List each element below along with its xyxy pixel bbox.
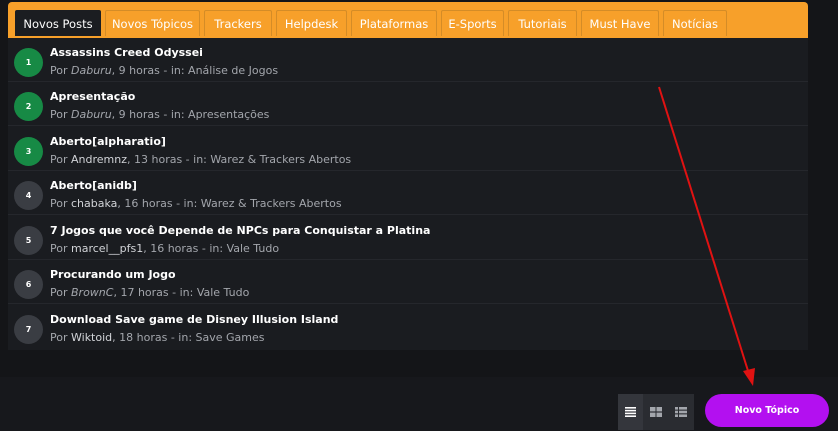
meta-time: , 9 horas - in: Análise de Jogos bbox=[111, 64, 279, 77]
posts-list: 1 Assassins Creed Odyssei Por Daburu, 9 … bbox=[8, 38, 808, 350]
post-title[interactable]: Apresentação bbox=[50, 90, 135, 103]
meta-by: Por bbox=[50, 153, 68, 166]
post-meta: Por marcel__pfs1, 16 horas - in: Vale Tu… bbox=[50, 242, 279, 255]
list-item[interactable]: 2 Apresentação Por Daburu, 9 horas - in:… bbox=[8, 82, 808, 126]
tab-bar: Novos Posts Novos Tópicos Trackers Helpd… bbox=[8, 2, 808, 38]
list-item[interactable]: 6 Procurando um Jogo Por BrownC, 17 hora… bbox=[8, 260, 808, 304]
list-item[interactable]: 5 7 Jogos que você Depende de NPCs para … bbox=[8, 216, 808, 260]
meta-by: Por bbox=[50, 197, 68, 210]
list-view-icon bbox=[625, 407, 636, 417]
rank-badge: 4 bbox=[14, 181, 43, 210]
tab-must-have[interactable]: Must Have bbox=[581, 10, 659, 36]
post-author[interactable]: marcel__pfs1 bbox=[71, 242, 143, 255]
rank-badge: 3 bbox=[14, 137, 43, 166]
meta-by: Por bbox=[50, 286, 68, 299]
meta-time: , 9 horas - in: Apresentações bbox=[111, 108, 270, 121]
meta-time: , 16 horas - in: Vale Tudo bbox=[143, 242, 280, 255]
post-author[interactable]: Daburu bbox=[71, 64, 112, 77]
tab-plataformas[interactable]: Plataformas bbox=[351, 10, 437, 36]
meta-by: Por bbox=[50, 331, 68, 344]
rank-badge: 7 bbox=[14, 315, 43, 344]
grid-view-button[interactable] bbox=[643, 394, 668, 430]
new-topic-button[interactable]: Novo Tópico bbox=[705, 394, 829, 427]
post-title[interactable]: Procurando um Jogo bbox=[50, 268, 176, 281]
post-meta: Por BrownC, 17 horas - in: Vale Tudo bbox=[50, 286, 249, 299]
tab-trackers[interactable]: Trackers bbox=[204, 10, 272, 36]
grid-view-icon bbox=[649, 407, 662, 417]
rank-badge: 6 bbox=[14, 270, 43, 299]
list-item[interactable]: 7 Download Save game de Disney Illusion … bbox=[8, 305, 808, 349]
detail-list-icon bbox=[674, 407, 687, 417]
list-view-button[interactable] bbox=[618, 394, 643, 430]
meta-by: Por bbox=[50, 64, 68, 77]
post-title[interactable]: Aberto[anidb] bbox=[50, 179, 137, 192]
tab-noticias[interactable]: Notícias bbox=[663, 10, 727, 36]
meta-by: Por bbox=[50, 108, 68, 121]
tab-helpdesk[interactable]: Helpdesk bbox=[276, 10, 347, 36]
post-author[interactable]: Daburu bbox=[71, 108, 112, 121]
meta-time: , 13 horas - in: Warez & Trackers Aberto… bbox=[127, 153, 352, 166]
tab-novos-topicos[interactable]: Novos Tópicos bbox=[105, 10, 200, 36]
rank-badge: 5 bbox=[14, 226, 43, 255]
post-meta: Por Daburu, 9 horas - in: Análise de Jog… bbox=[50, 64, 278, 77]
detail-list-button[interactable] bbox=[668, 394, 693, 430]
post-title[interactable]: Assassins Creed Odyssei bbox=[50, 46, 203, 59]
list-item[interactable]: 3 Aberto[alpharatio] Por Andremnz, 13 ho… bbox=[8, 127, 808, 171]
post-meta: Por chabaka, 16 horas - in: Warez & Trac… bbox=[50, 197, 342, 210]
list-item[interactable]: 4 Aberto[anidb] Por chabaka, 16 horas - … bbox=[8, 171, 808, 215]
tab-e-sports[interactable]: E-Sports bbox=[441, 10, 504, 36]
meta-time: , 17 horas - in: Vale Tudo bbox=[113, 286, 250, 299]
list-item[interactable]: 1 Assassins Creed Odyssei Por Daburu, 9 … bbox=[8, 38, 808, 82]
post-author[interactable]: Andremnz bbox=[71, 153, 127, 166]
post-meta: Por Daburu, 9 horas - in: Apresentações bbox=[50, 108, 269, 121]
rank-badge: 2 bbox=[14, 92, 43, 121]
rank-badge: 1 bbox=[14, 48, 43, 77]
post-author[interactable]: chabaka bbox=[71, 197, 117, 210]
post-title[interactable]: 7 Jogos que você Depende de NPCs para Co… bbox=[50, 224, 430, 237]
meta-time: , 18 horas - in: Save Games bbox=[112, 331, 265, 344]
post-title[interactable]: Download Save game de Disney Illusion Is… bbox=[50, 313, 338, 326]
post-author[interactable]: BrownC bbox=[71, 286, 113, 299]
post-meta: Por Andremnz, 13 horas - in: Warez & Tra… bbox=[50, 153, 351, 166]
meta-by: Por bbox=[50, 242, 68, 255]
view-toggle-group bbox=[618, 394, 694, 430]
meta-time: , 16 horas - in: Warez & Trackers Aberto… bbox=[117, 197, 342, 210]
tab-tutoriais[interactable]: Tutoriais bbox=[508, 10, 577, 36]
post-meta: Por Wiktoid, 18 horas - in: Save Games bbox=[50, 331, 265, 344]
post-title[interactable]: Aberto[alpharatio] bbox=[50, 135, 166, 148]
tab-novos-posts[interactable]: Novos Posts bbox=[15, 10, 101, 36]
post-author[interactable]: Wiktoid bbox=[71, 331, 112, 344]
